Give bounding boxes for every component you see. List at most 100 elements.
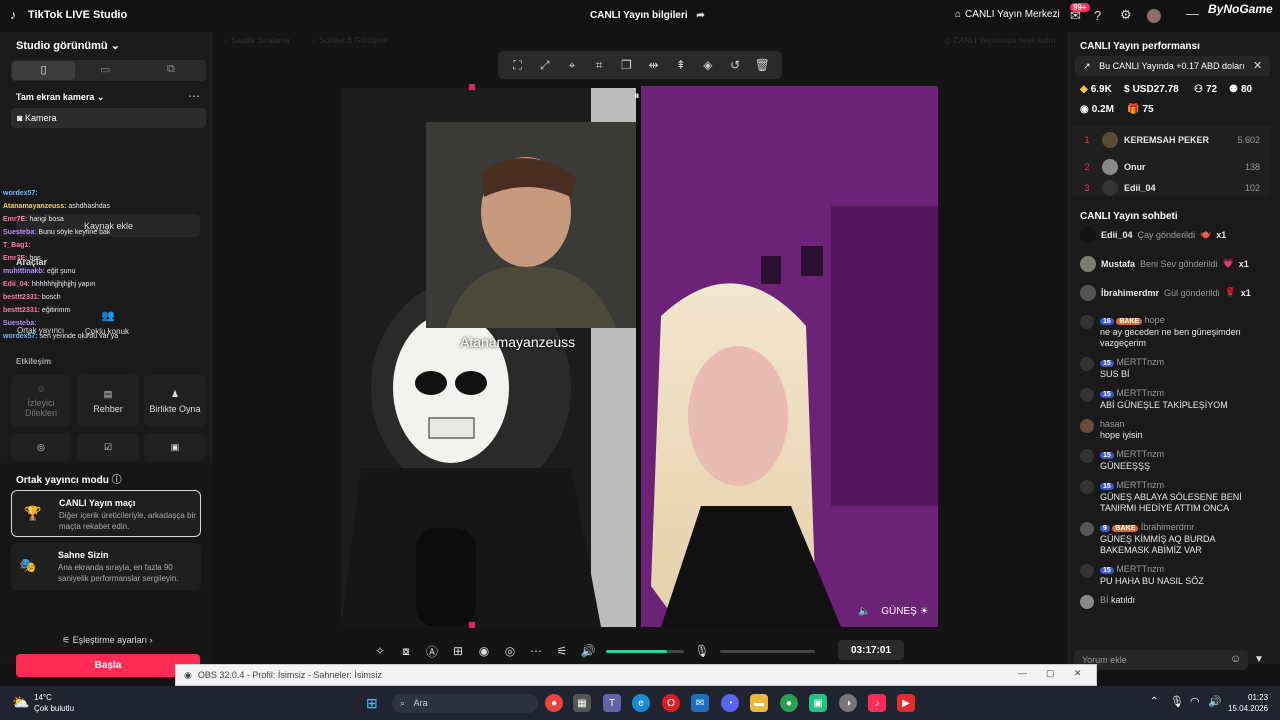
gift-row: Edii_04 Çay gönderildi 🫖 x1: [1080, 220, 1270, 249]
tiktok-taskbar-icon[interactable]: ♪: [868, 694, 886, 712]
volume-icon[interactable]: 🔊: [580, 644, 596, 658]
discord-icon[interactable]: ◔: [721, 694, 739, 712]
effects-icon[interactable]: ⧇: [398, 644, 414, 659]
live-info-title[interactable]: CANLI Yayın bilgileri ➦: [590, 10, 705, 21]
obs-maximize-icon[interactable]: ▢: [1046, 668, 1055, 679]
settings-gear-icon[interactable]: ⚙: [1120, 7, 1132, 23]
clock[interactable]: 01:23 15.04.2026: [1228, 692, 1268, 714]
resize-handle-top[interactable]: [469, 84, 475, 90]
store-icon[interactable]: ▦: [573, 694, 591, 712]
weather-widget[interactable]: 14°C Çok bulutlu: [34, 692, 74, 714]
more-icon[interactable]: ⋯: [528, 644, 544, 658]
chevron-up-icon[interactable]: ⌃: [1150, 696, 1158, 707]
layers-icon[interactable]: ◈: [699, 58, 717, 72]
goal-tile[interactable]: ◎: [11, 433, 71, 461]
close-icon[interactable]: ✕: [1253, 59, 1262, 72]
stage-yours-card[interactable]: 🎭 Sahne Sizin Ana ekranda sırayla, en fa…: [11, 543, 201, 590]
volume-slider[interactable]: [606, 649, 684, 653]
weather-icon[interactable]: ⛅: [12, 694, 29, 711]
magic-wand-icon[interactable]: ✧: [372, 644, 388, 658]
studio-view-dropdown[interactable]: Studio görünümü ⌄: [16, 39, 120, 52]
play-together-tile[interactable]: ♟ Birlikte Oyna: [144, 375, 206, 427]
help-icon[interactable]: ?: [1094, 8, 1101, 23]
cohost-mode-heading: Ortak yayıncı modu ⓘ: [16, 471, 122, 486]
record-icon[interactable]: ◉: [476, 644, 492, 658]
chrome-icon[interactable]: ●: [545, 694, 563, 712]
comment-input[interactable]: Yorum ekle ☺: [1074, 650, 1248, 670]
landscape-layout-button[interactable]: ▭: [100, 63, 110, 76]
flip-icon[interactable]: ⇹: [645, 58, 663, 72]
mic-tray-icon[interactable]: 🎙: [1170, 695, 1184, 708]
cohost-mode-label: Ortak yayıncı modu: [16, 475, 109, 486]
live-center-button[interactable]: ⌂ CANLI Yayın Merkezi: [955, 9, 1060, 20]
obs-window-bar[interactable]: ◉ OBS 32.0.4 - Profil: İsimsiz - Sahnele…: [175, 664, 1097, 686]
share-icon[interactable]: ➦: [696, 10, 704, 21]
box-icon: ▣: [170, 441, 180, 452]
ranking-row[interactable]: 2 Onur 138: [1072, 153, 1270, 180]
minimize-icon[interactable]: —: [1186, 6, 1199, 21]
duplicate-icon[interactable]: ❐: [617, 58, 635, 72]
center-icon[interactable]: ⌖: [563, 58, 581, 73]
chrome-alt-icon[interactable]: ●: [780, 694, 798, 712]
avatar: [1080, 226, 1096, 243]
emoji-icon[interactable]: ☺: [1230, 653, 1241, 665]
camera-switch-icon[interactable]: ◎: [502, 644, 518, 658]
live-match-title: CANLI Yayın maçı: [59, 498, 136, 508]
app-green-icon[interactable]: ▣: [809, 694, 827, 712]
ai-icon[interactable]: Ⓐ: [424, 643, 440, 660]
select-icon[interactable]: ⛶: [509, 58, 527, 73]
crop-icon[interactable]: ⌗: [590, 58, 608, 73]
guide-tile[interactable]: ▤ Rehber: [77, 375, 139, 427]
taskbar-search[interactable]: ⌕ Ara: [392, 694, 538, 713]
camera-source-item[interactable]: ◙ Kamera: [11, 108, 206, 128]
fit-icon[interactable]: ⤢: [536, 58, 554, 73]
dual-layout-button[interactable]: ⧉: [167, 63, 175, 76]
more-options-icon[interactable]: ⋯: [188, 89, 200, 103]
info-icon[interactable]: ⓘ: [112, 475, 122, 486]
ranking-row[interactable]: 3 Edii_04 102: [1072, 180, 1270, 196]
app-name: TikTok LIVE Studio: [28, 9, 128, 21]
ranking-row[interactable]: 1 KEREMSAH PEKER 5.602: [1072, 126, 1270, 153]
gift-row: Mustafa Beni Sev gönderildi 💗 x1: [1080, 249, 1270, 278]
portrait-layout-button[interactable]: ▯: [12, 61, 75, 80]
resize-handle-bottom[interactable]: [469, 622, 475, 628]
avatar: [1102, 158, 1118, 175]
ranking-list: 1 KEREMSAH PEKER 5.602 2 Onur 138 3 Edii_04 10…: [1072, 126, 1270, 196]
mic-slider[interactable]: [720, 649, 815, 653]
live-match-card[interactable]: 🏆 CANLI Yayın maçı Diğer içerik üreticil…: [11, 490, 201, 537]
obs-minimize-icon[interactable]: —: [1018, 668, 1027, 678]
edge-icon[interactable]: e: [632, 694, 650, 712]
start-button[interactable]: Başla: [16, 654, 200, 677]
microphone-icon[interactable]: 🎙: [694, 644, 710, 658]
faded-tab-joy: ◎ CANLI Yayınınıza neşe katın: [944, 36, 1056, 45]
volume-tray-icon[interactable]: 🔊: [1208, 695, 1222, 708]
box-tile[interactable]: ▣: [144, 433, 206, 461]
youtube-icon[interactable]: ▶: [897, 694, 915, 712]
teams-icon[interactable]: T: [603, 694, 621, 712]
windows-start-icon[interactable]: ⊞: [366, 695, 378, 712]
split-icon[interactable]: ⏸: [634, 90, 640, 103]
profile-avatar[interactable]: [1147, 9, 1161, 23]
guest-video[interactable]: [641, 86, 938, 627]
delete-icon[interactable]: 🗑: [753, 58, 771, 72]
viewer-wishes-tile[interactable]: ☺ İzleyici Dilekleri: [11, 375, 71, 427]
mail-icon[interactable]: ✉: [691, 694, 709, 712]
app-gray-icon[interactable]: ◑: [839, 694, 857, 712]
obs-close-icon[interactable]: ✕: [1074, 668, 1082, 679]
trend-icon: ↗: [1083, 61, 1091, 71]
avatar: [1080, 480, 1094, 494]
webcam-pip[interactable]: [426, 122, 636, 328]
filter-icon[interactable]: ▼: [1254, 654, 1264, 665]
add-frame-icon[interactable]: ⊞: [450, 644, 466, 658]
bring-front-icon[interactable]: ⇞: [672, 58, 690, 72]
sliders-icon[interactable]: ⚟: [554, 644, 570, 658]
scene-dropdown[interactable]: Tam ekran kamera ⌄: [16, 92, 104, 103]
wifi-icon[interactable]: ◠: [1190, 695, 1200, 708]
poll-tile[interactable]: ☑: [77, 433, 139, 461]
opera-icon[interactable]: O: [662, 694, 680, 712]
speaker-icon[interactable]: 🔈: [858, 606, 870, 617]
avatar: [1080, 564, 1094, 578]
file-explorer-icon[interactable]: ▬: [750, 694, 768, 712]
rotate-icon[interactable]: ↺: [726, 58, 744, 72]
match-settings-link[interactable]: ⚟ Eşleştirme ayarları ›: [62, 635, 153, 646]
